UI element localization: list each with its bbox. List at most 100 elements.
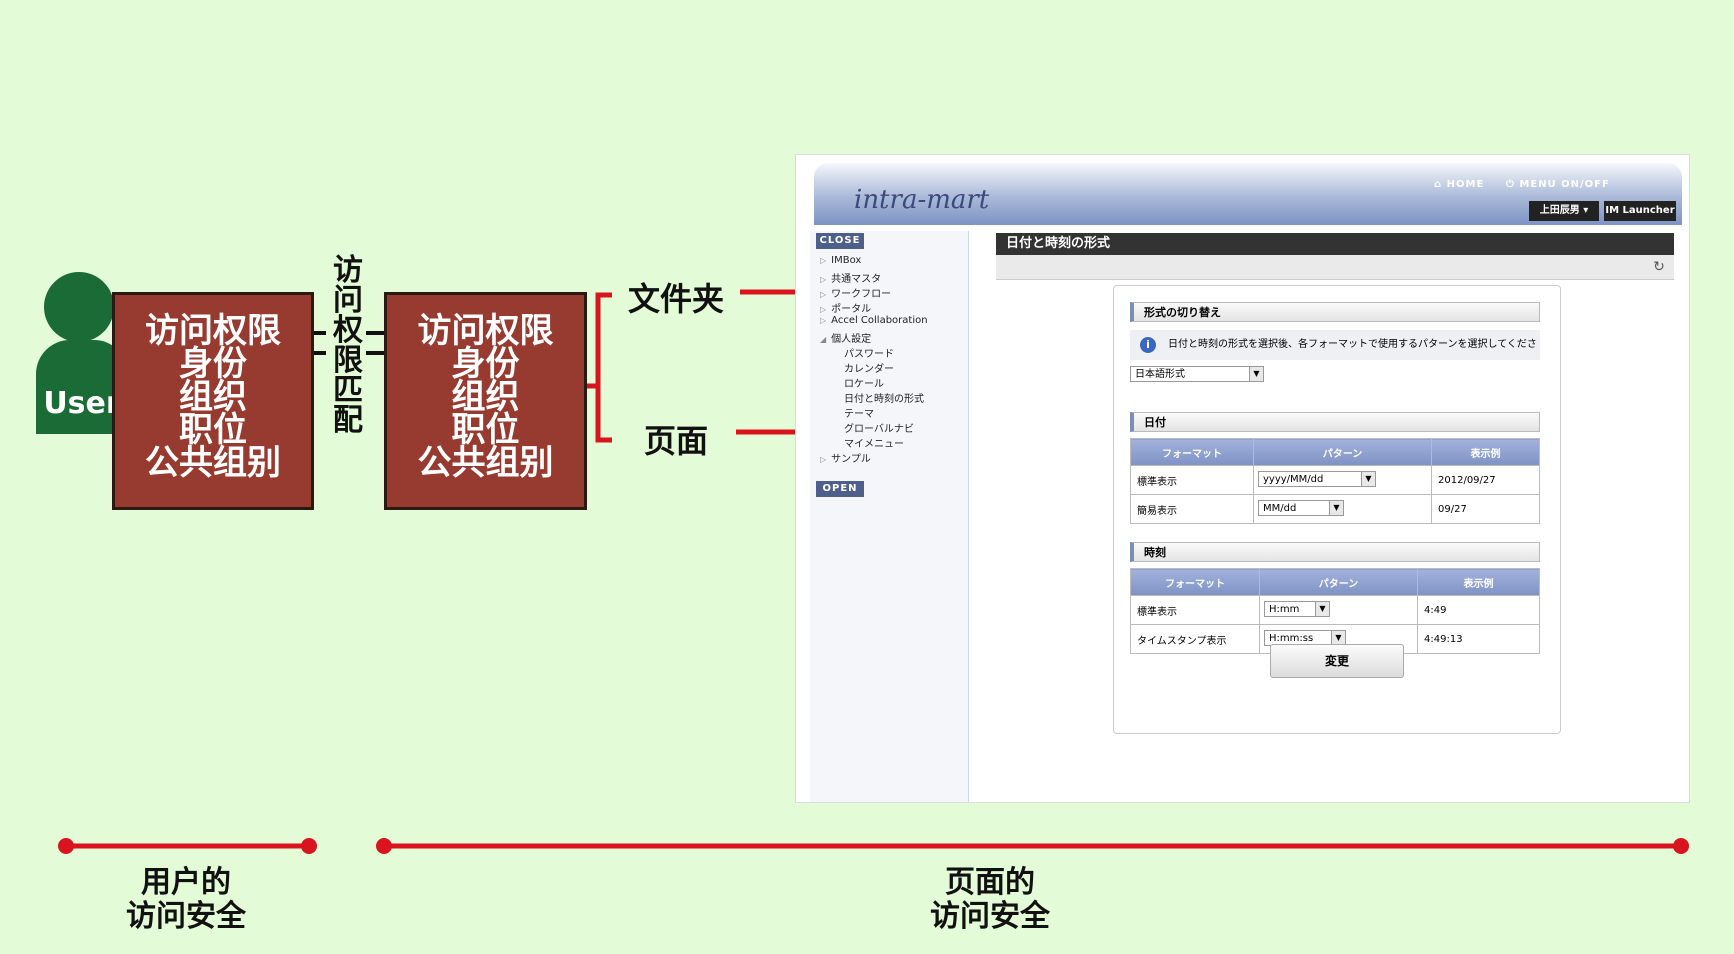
user-head-icon <box>44 272 114 342</box>
home-label: HOME <box>1446 179 1485 190</box>
change-button[interactable]: 変更 <box>1270 644 1404 678</box>
pattern-select[interactable]: yyyy/MM/dd ▼ <box>1258 471 1376 487</box>
menu-toggle[interactable]: ⏻ MENU ON/OFF <box>1506 179 1610 190</box>
bracket <box>595 292 612 443</box>
row-pattern-cell: MM/dd ▼ <box>1253 494 1432 524</box>
collapsed-arrow-icon: ▷ <box>820 290 827 299</box>
sidebar-item[interactable]: パスワード <box>844 345 894 360</box>
expanded-arrow-icon: ◢ <box>820 335 827 344</box>
chevron-down-icon: ▾ <box>1583 205 1589 216</box>
match-char: 问 <box>333 283 363 318</box>
timeline-user-end <box>301 838 317 854</box>
col-pattern: パターン <box>1253 438 1432 466</box>
sidebar-item-label: サンプル <box>831 454 871 465</box>
col-pattern: パターン <box>1259 568 1418 596</box>
box-line: 公共组别 <box>417 443 554 483</box>
dropdown-arrow-icon: ▼ <box>1315 602 1329 616</box>
time-table: フォーマット パターン 表示例 標準表示 H:mm ▼ 4:49 タイムスタンプ… <box>1130 568 1540 654</box>
sidebar-item[interactable]: テーマ <box>844 405 874 420</box>
collapsed-arrow-icon: ▷ <box>820 275 827 284</box>
dropdown-arrow-icon: ▼ <box>1329 501 1343 515</box>
sidebar-item[interactable]: ◢ 個人設定 <box>820 330 871 345</box>
user-menu-button[interactable]: 上田辰男 ▾ <box>1529 201 1599 221</box>
row-example: 09/27 <box>1431 494 1540 524</box>
sidebar-item[interactable]: ▷ 共通マスタ <box>820 270 881 285</box>
box-line: 公共组别 <box>145 443 281 483</box>
row-format: 標準表示 <box>1130 465 1254 495</box>
match-char: 访 <box>333 253 363 288</box>
sidebar-item-label: Accel Collaboration <box>831 315 928 326</box>
sidebar-close-button[interactable]: CLOSE <box>816 233 864 249</box>
sidebar-item-label: グローバルナビ <box>844 424 914 435</box>
match-char: 配 <box>333 403 363 438</box>
sidebar-item-label: ロケール <box>844 379 884 390</box>
settings-panel: 形式の切り替え i 日付と時刻の形式を選択後、各フォーマットで使用するパターンを… <box>1113 285 1561 734</box>
pattern-select[interactable]: MM/dd ▼ <box>1258 500 1344 516</box>
page-title: 日付と時刻の形式 <box>996 233 1674 255</box>
sidebar-item-label: ワークフロー <box>831 289 892 300</box>
dropdown-arrow-icon: ▼ <box>1249 367 1263 381</box>
sidebar-item[interactable]: ▷ Accel Collaboration <box>820 315 928 326</box>
user-menu-label: 上田辰男 <box>1539 205 1580 216</box>
row-format: 簡易表示 <box>1130 494 1254 524</box>
col-example: 表示例 <box>1417 568 1540 596</box>
timeline-user-start <box>58 838 74 854</box>
sidebar-item-label: テーマ <box>844 409 874 420</box>
info-icon: i <box>1140 337 1156 353</box>
row-pattern-cell: H:mm ▼ <box>1259 595 1418 625</box>
menu-label: MENU ON/OFF <box>1519 179 1610 190</box>
sidebar-item[interactable]: ロケール <box>844 375 884 390</box>
row-example: 4:49 <box>1417 595 1540 625</box>
refresh-icon[interactable]: ↻ <box>1650 258 1668 276</box>
sidebar-item-label: 個人設定 <box>831 334 872 345</box>
caption-line: 访问安全 <box>126 899 246 934</box>
sidebar-item-label: パスワード <box>844 349 894 360</box>
match-char: 权 <box>333 313 363 348</box>
sidebar-item[interactable]: ▷ IMBox <box>820 255 861 266</box>
collapsed-arrow-icon: ▷ <box>820 305 827 314</box>
home-link[interactable]: ⌂ HOME <box>1434 179 1484 190</box>
user-attributes-box: 访问权限 身份 组织 职位 公共组别 <box>112 292 314 510</box>
intramart-screenshot: intra-mart ⌂ HOME ⏻ MENU ON/OFF 上田辰男 ▾ I… <box>795 154 1690 803</box>
info-message: i 日付と時刻の形式を選択後、各フォーマットで使用するパターンを選択してください… <box>1130 330 1540 380</box>
section-format: 形式の切り替え <box>1130 302 1540 322</box>
date-table: フォーマット パターン 表示例 標準表示 yyyy/MM/dd ▼ 2012/0… <box>1130 438 1540 524</box>
user-security-caption: 用户的 访问安全 <box>86 866 286 934</box>
match-char: 匹 <box>333 373 363 408</box>
table-row: 標準表示 H:mm ▼ 4:49 <box>1130 595 1540 625</box>
sidebar-item[interactable]: ▷ サンプル <box>820 450 871 465</box>
sidebar-item[interactable]: ▷ ワークフロー <box>820 285 891 300</box>
dropdown-arrow-icon: ▼ <box>1331 631 1345 645</box>
pattern-select[interactable]: H:mm ▼ <box>1264 601 1330 617</box>
sidebar-item-label: ポータル <box>831 304 872 315</box>
page-label: 页面 <box>644 422 709 460</box>
pattern-value: MM/dd <box>1263 503 1297 514</box>
section-date: 日付 <box>1130 412 1540 432</box>
row-format: 標準表示 <box>1130 595 1260 625</box>
row-pattern-cell: yyyy/MM/dd ▼ <box>1253 465 1432 495</box>
sidebar: CLOSE ▷ IMBox ▷ 共通マスタ ▷ ワークフロー ▷ ポータル ▷ Accel Col… <box>810 231 969 802</box>
sidebar-item[interactable]: グローバルナビ <box>844 420 914 435</box>
sidebar-open-button[interactable]: OPEN <box>816 481 864 497</box>
row-example: 4:49:13 <box>1417 624 1540 654</box>
sidebar-item-label: IMBox <box>831 255 862 266</box>
pattern-value: H:mm <box>1269 604 1300 615</box>
sidebar-item[interactable]: カレンダー <box>844 360 894 375</box>
format-select[interactable]: 日本語形式 ▼ <box>1130 366 1264 382</box>
app-logo: intra-mart <box>854 185 990 215</box>
sidebar-item[interactable]: 日付と時刻の形式 <box>844 390 924 405</box>
im-launcher-button[interactable]: IM Launcher <box>1604 201 1676 221</box>
sidebar-item[interactable]: マイメニュー <box>844 435 904 450</box>
timeline-page-start <box>376 838 392 854</box>
format-select-value: 日本語形式 <box>1135 369 1185 380</box>
caption-line: 访问安全 <box>930 899 1050 934</box>
row-format: タイムスタンプ表示 <box>1130 624 1260 654</box>
page-toolbar: ↻ <box>996 255 1674 280</box>
match-label: 访 问 权 限 匹 配 <box>330 256 366 436</box>
folder-label: 文件夹 <box>628 280 725 318</box>
caption-line: 用户的 <box>141 865 231 900</box>
home-icon: ⌂ <box>1434 179 1443 190</box>
col-format: フォーマット <box>1130 438 1254 466</box>
sidebar-item[interactable]: ▷ ポータル <box>820 300 871 315</box>
timeline-page-end <box>1673 838 1689 854</box>
